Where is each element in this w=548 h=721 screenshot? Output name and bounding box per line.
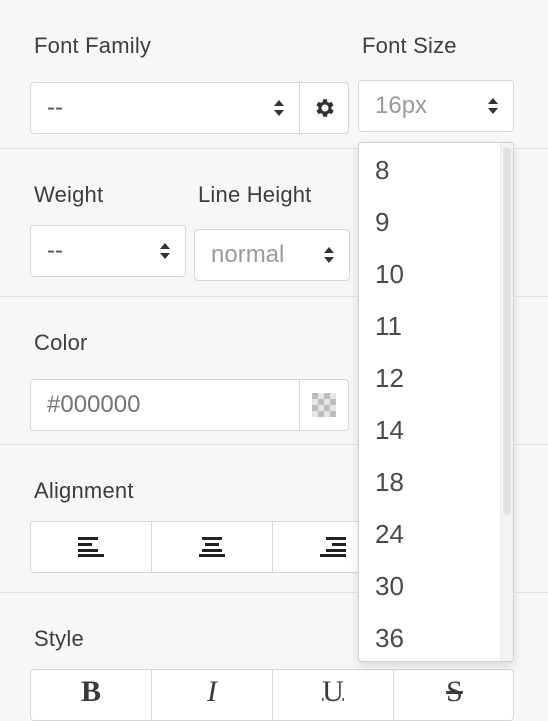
font-section: Font Family Font Size -- 16px xyxy=(0,0,548,148)
font-size-option[interactable]: 14 xyxy=(375,415,404,446)
font-family-select[interactable]: -- xyxy=(30,82,300,134)
align-left-button[interactable] xyxy=(31,522,152,572)
font-size-option[interactable]: 8 xyxy=(375,155,389,186)
updown-chevron-icon xyxy=(160,243,170,259)
style-group: B I U S xyxy=(30,669,514,721)
style-label: Style xyxy=(34,626,84,651)
font-size-option[interactable]: 30 xyxy=(375,571,404,602)
font-family-label: Font Family xyxy=(34,33,152,58)
align-right-icon xyxy=(320,537,346,557)
updown-chevron-icon xyxy=(324,247,334,263)
weight-label: Weight xyxy=(34,182,104,207)
line-height-value: normal xyxy=(211,241,285,268)
alignment-label: Alignment xyxy=(34,478,134,503)
align-center-button[interactable] xyxy=(152,522,273,572)
font-size-option[interactable]: 18 xyxy=(375,467,404,498)
bold-glyph: B xyxy=(80,675,101,708)
strikethrough-glyph: S xyxy=(446,675,463,708)
strikethrough-button[interactable]: S xyxy=(394,670,513,720)
dropdown-scrollbar-thumb[interactable] xyxy=(503,147,511,515)
font-size-option[interactable]: 9 xyxy=(375,207,389,238)
italic-glyph: I xyxy=(207,675,217,708)
align-left-icon xyxy=(78,537,104,557)
font-settings-button[interactable] xyxy=(299,82,349,134)
checkerboard-swatch-icon xyxy=(312,393,336,417)
italic-button[interactable]: I xyxy=(152,670,273,720)
font-size-dropdown[interactable]: 8 9 10 11 12 14 18 24 30 36 xyxy=(358,142,514,662)
dropdown-scrollbar[interactable] xyxy=(500,143,513,661)
updown-chevron-icon xyxy=(274,100,284,116)
weight-select[interactable]: -- xyxy=(30,225,186,277)
updown-chevron-icon xyxy=(488,98,498,114)
line-height-select[interactable]: normal xyxy=(194,229,350,281)
underline-button[interactable]: U xyxy=(273,670,394,720)
color-input[interactable] xyxy=(30,379,300,431)
weight-value: -- xyxy=(47,237,63,264)
font-size-select[interactable]: 16px xyxy=(358,80,514,132)
font-size-option[interactable]: 11 xyxy=(375,311,402,342)
font-size-option[interactable]: 24 xyxy=(375,519,404,550)
font-size-value: 16px xyxy=(375,92,428,119)
gear-icon xyxy=(316,99,334,117)
line-height-label: Line Height xyxy=(198,182,312,207)
font-size-option[interactable]: 12 xyxy=(375,363,404,394)
bold-button[interactable]: B xyxy=(31,670,152,720)
font-size-option[interactable]: 10 xyxy=(375,259,404,290)
underline-glyph: U xyxy=(322,675,344,708)
align-center-icon xyxy=(199,537,225,557)
font-size-option[interactable]: 36 xyxy=(375,623,404,654)
color-label: Color xyxy=(34,330,88,355)
font-size-label: Font Size xyxy=(362,33,457,58)
color-swatch-button[interactable] xyxy=(299,379,349,431)
font-family-value: -- xyxy=(47,94,63,121)
